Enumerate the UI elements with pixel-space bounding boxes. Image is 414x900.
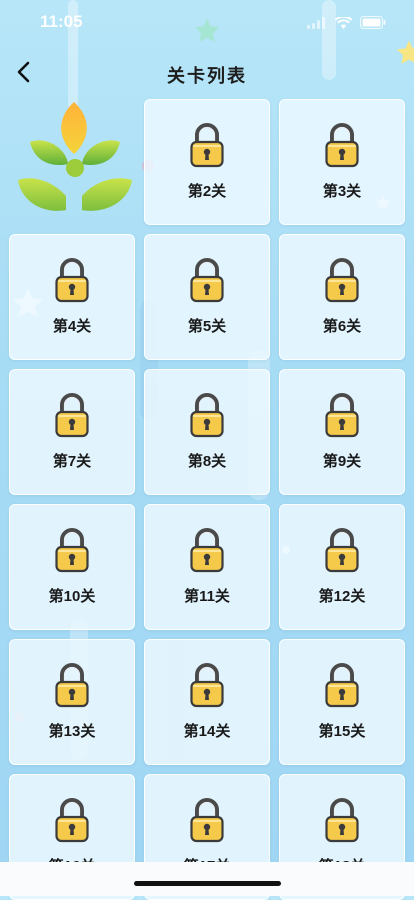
signal-icon bbox=[307, 16, 325, 29]
lock-icon bbox=[325, 663, 359, 708]
level-label: 第5关 bbox=[187, 318, 227, 335]
status-time: 11:05 bbox=[40, 12, 83, 31]
lock-icon bbox=[325, 528, 359, 573]
lock-icon bbox=[325, 393, 359, 438]
lock-icon bbox=[325, 258, 359, 303]
level-card[interactable]: 第13关 bbox=[9, 639, 135, 765]
lock-icon bbox=[55, 393, 89, 438]
lock-icon bbox=[55, 258, 89, 303]
level-card[interactable]: 第10关 bbox=[9, 504, 135, 630]
level-grid: 第2关 第3关第4关 第5关 第6关第7关 第8关 第9关第10关 第11关 第12关第13关… bbox=[9, 99, 405, 900]
level-card[interactable]: 第6关 bbox=[279, 234, 405, 360]
level-label: 第12关 bbox=[318, 588, 366, 605]
level-label: 第13关 bbox=[48, 723, 96, 740]
level-label: 第9关 bbox=[322, 453, 362, 470]
nav-bar: 关卡列表 bbox=[0, 54, 414, 94]
level-label: 第8关 bbox=[187, 453, 227, 470]
level-label: 第3关 bbox=[322, 183, 362, 200]
home-indicator[interactable] bbox=[134, 881, 281, 886]
wifi-icon bbox=[335, 16, 352, 29]
level-label: 第7关 bbox=[52, 453, 92, 470]
level-label: 第14关 bbox=[183, 723, 231, 740]
lock-icon bbox=[190, 798, 224, 843]
level-label: 第11关 bbox=[184, 588, 230, 605]
level-card[interactable]: 第4关 bbox=[9, 234, 135, 360]
bottom-safe-area bbox=[0, 862, 414, 896]
level-card[interactable]: 第5关 bbox=[144, 234, 270, 360]
status-bar: 11:05 bbox=[0, 0, 414, 46]
lock-icon bbox=[55, 528, 89, 573]
level-card[interactable]: 第14关 bbox=[144, 639, 270, 765]
lock-icon bbox=[190, 528, 224, 573]
level-card[interactable]: 第9关 bbox=[279, 369, 405, 495]
level-label: 第4关 bbox=[52, 318, 92, 335]
level-label: 第10关 bbox=[48, 588, 96, 605]
lock-icon bbox=[190, 393, 224, 438]
level-label: 第2关 bbox=[187, 183, 227, 200]
lock-icon bbox=[55, 663, 89, 708]
lock-icon bbox=[325, 123, 359, 168]
status-icons bbox=[307, 16, 386, 29]
level-card[interactable]: 第8关 bbox=[144, 369, 270, 495]
level-label: 第6关 bbox=[322, 318, 362, 335]
level-card[interactable]: 第3关 bbox=[279, 99, 405, 225]
level-card[interactable]: 第11关 bbox=[144, 504, 270, 630]
page-title: 关卡列表 bbox=[167, 66, 247, 87]
level-card[interactable]: 第15关 bbox=[279, 639, 405, 765]
lock-icon bbox=[325, 798, 359, 843]
level-card[interactable]: 第2关 bbox=[144, 99, 270, 225]
lock-icon bbox=[190, 258, 224, 303]
lock-icon bbox=[190, 663, 224, 708]
level-card[interactable]: 第12关 bbox=[279, 504, 405, 630]
level-label: 第15关 bbox=[318, 723, 366, 740]
battery-icon bbox=[360, 16, 386, 29]
lock-icon bbox=[190, 123, 224, 168]
lock-icon bbox=[55, 798, 89, 843]
level-card[interactable]: 第7关 bbox=[9, 369, 135, 495]
